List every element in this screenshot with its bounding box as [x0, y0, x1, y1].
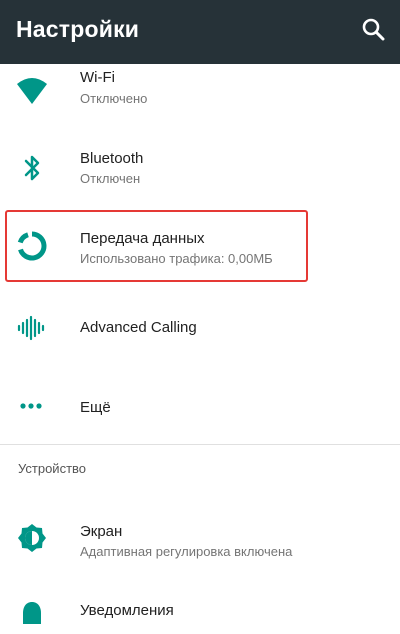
brightness-icon: [18, 524, 46, 552]
section-header-device: Устройство: [18, 461, 87, 476]
wifi-title: Wi-Fi: [80, 69, 115, 86]
screen-summary: Адаптивная регулировка включена: [80, 544, 293, 559]
notifications-setting[interactable]: Уведомления: [0, 580, 400, 625]
advanced-calling-setting[interactable]: Advanced Calling: [0, 300, 400, 380]
highlight-frame: [5, 210, 308, 282]
wifi-icon: [17, 78, 47, 104]
screen-setting[interactable]: Экран Адаптивная регулировка включена: [0, 500, 400, 580]
wifi-summary: Отключено: [80, 91, 148, 106]
bluetooth-summary: Отключен: [80, 171, 141, 186]
divider: [0, 444, 400, 445]
bluetooth-title: Bluetooth: [80, 150, 144, 167]
more-icon: [20, 403, 42, 409]
more-title: Ещё: [80, 399, 111, 416]
advanced-calling-icon: [17, 315, 45, 341]
screen-title: Экран: [80, 523, 123, 540]
more-setting[interactable]: Ещё: [0, 380, 400, 460]
advanced-calling-title: Advanced Calling: [80, 319, 197, 336]
bluetooth-icon: [24, 155, 40, 181]
bluetooth-setting[interactable]: Bluetooth Отключен: [0, 140, 400, 220]
app-bar: Настройки: [0, 0, 400, 64]
bell-icon: [23, 602, 41, 624]
notifications-title: Уведомления: [80, 602, 174, 619]
search-icon[interactable]: [358, 14, 390, 46]
page-title: Настройки: [16, 16, 140, 42]
wifi-setting[interactable]: Wi-Fi Отключено: [0, 60, 400, 140]
